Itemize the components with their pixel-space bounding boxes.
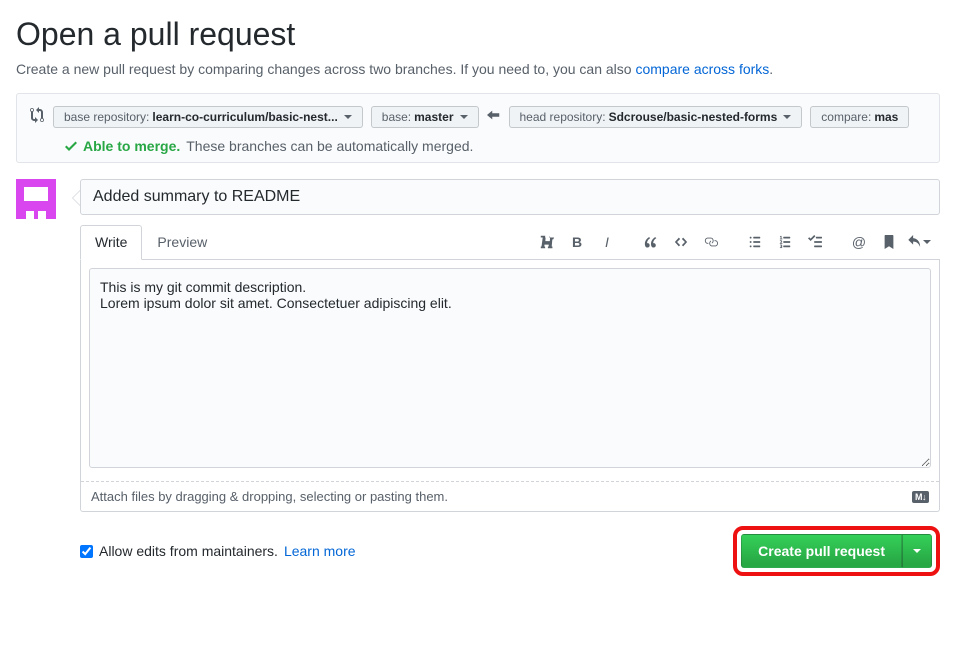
check-icon (65, 138, 77, 154)
head-repo-label: head repository: (520, 110, 606, 124)
compare-branch-value: mas (874, 110, 898, 124)
chevron-down-icon (783, 115, 791, 119)
speech-arrow (72, 190, 80, 206)
chevron-down-icon (460, 115, 468, 119)
avatar-image (16, 179, 56, 219)
unordered-list-icon[interactable] (742, 229, 768, 255)
base-repo-select[interactable]: base repository: learn-co-curriculum/bas… (53, 106, 363, 128)
compare-branch-label: compare: (821, 110, 871, 124)
pr-description-textarea[interactable] (89, 268, 931, 468)
heading-icon[interactable] (534, 229, 560, 255)
allow-edits-text: Allow edits from maintainers. (99, 543, 278, 559)
page-subtitle: Create a new pull request by comparing c… (16, 61, 940, 77)
ordered-list-icon[interactable] (772, 229, 798, 255)
compare-branch-select[interactable]: compare: mas (810, 106, 909, 128)
compare-box: base repository: learn-co-curriculum/bas… (16, 93, 940, 163)
head-repo-value: Sdcrouse/basic-nested-forms (609, 110, 778, 124)
compare-forks-link[interactable]: compare across forks (635, 61, 769, 77)
reply-icon[interactable] (906, 229, 932, 255)
merge-status: Able to merge. These branches can be aut… (29, 138, 927, 154)
task-list-icon[interactable] (802, 229, 828, 255)
base-branch-select[interactable]: base: master (371, 106, 479, 128)
subtitle-text: Create a new pull request by comparing c… (16, 61, 635, 77)
code-icon[interactable] (668, 229, 694, 255)
allow-edits-checkbox[interactable] (80, 545, 93, 558)
create-button-highlight: Create pull request (733, 526, 940, 576)
create-pull-request-dropdown[interactable] (902, 534, 932, 568)
base-branch-value: master (414, 110, 453, 124)
base-repo-value: learn-co-curriculum/basic-nest... (152, 110, 337, 124)
chevron-down-icon (913, 549, 921, 553)
subtitle-suffix: . (769, 61, 773, 77)
merge-status-title: Able to merge. (83, 138, 180, 154)
base-repo-label: base repository: (64, 110, 149, 124)
tab-write[interactable]: Write (80, 225, 142, 260)
link-icon[interactable] (698, 229, 724, 255)
markdown-icon[interactable]: M↓ (912, 491, 929, 503)
quote-icon[interactable] (638, 229, 664, 255)
attach-hint[interactable]: Attach files by dragging & dropping, sel… (81, 481, 939, 511)
italic-icon[interactable]: I (594, 229, 620, 255)
attach-hint-text: Attach files by dragging & dropping, sel… (91, 489, 448, 504)
tab-preview[interactable]: Preview (142, 225, 222, 259)
head-repo-select[interactable]: head repository: Sdcrouse/basic-nested-f… (509, 106, 803, 128)
create-pull-request-button[interactable]: Create pull request (741, 534, 902, 568)
base-branch-label: base: (382, 110, 411, 124)
page-title: Open a pull request (16, 16, 940, 53)
saved-replies-icon[interactable] (876, 229, 902, 255)
markdown-toolbar: B I @ (534, 229, 940, 255)
chevron-down-icon (344, 115, 352, 119)
pr-title-input[interactable] (80, 179, 940, 215)
avatar (16, 179, 64, 227)
compare-icon (29, 107, 45, 128)
learn-more-link[interactable]: Learn more (284, 543, 356, 559)
allow-edits-label[interactable]: Allow edits from maintainers. Learn more (80, 543, 356, 559)
merge-status-text: These branches can be automatically merg… (186, 138, 473, 154)
arrow-left-icon (487, 107, 501, 128)
bold-icon[interactable]: B (564, 229, 590, 255)
mention-icon[interactable]: @ (846, 229, 872, 255)
